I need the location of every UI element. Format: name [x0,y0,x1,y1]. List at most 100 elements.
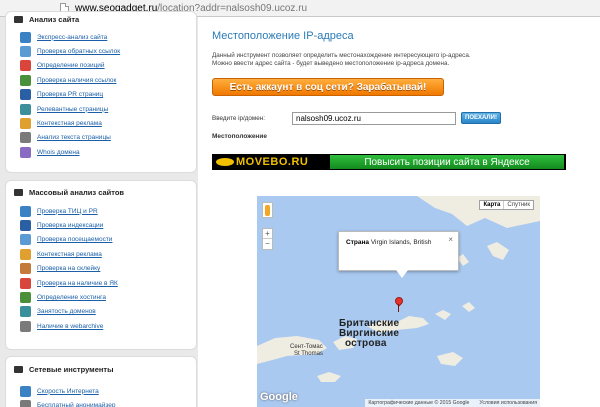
domains-icon [20,306,31,318]
archive-icon [20,320,31,332]
sidebar-item-link[interactable]: Проверка на склейку [37,265,100,272]
go-button[interactable]: ПОЕХАЛИ! [461,112,501,124]
sidebar-item-link[interactable]: Экспресс-анализ сайта [37,34,107,41]
sidebar-item[interactable]: Скорость Интернета [6,384,196,398]
sidebar-item[interactable]: Проверка PR страниц [6,88,196,102]
sidebar-item-link[interactable]: Определение хостинга [37,294,106,301]
zoom-in-button[interactable]: + [263,229,272,239]
place-label-line: St Thomas [294,351,323,357]
page-title: Местоположение IP-адреса [212,30,354,42]
sidebar-item[interactable]: Проверка обратных ссылок [6,44,196,58]
positions-icon [20,60,31,72]
glue-icon [20,263,31,275]
sidebar-item-link[interactable]: Проверка наличия ссылок [37,77,116,84]
pegman-icon[interactable] [262,202,273,218]
links-icon [20,46,31,58]
whois-icon [20,146,31,158]
map-region-label: Британские Виргинские острова [339,319,399,349]
sidebar-title-text: Анализ сайта [29,14,80,24]
sidebar-item-link[interactable]: Анализ текста страницы [37,134,111,141]
sidebar-item-link[interactable]: Проверка на наличие в ЯК [37,280,118,287]
sidebar-item[interactable]: Контекстная реклама [6,116,196,130]
banner-logo-text: MOVEBO.RU [236,156,309,168]
map-place-label: Сент-Томас St Thomas [290,344,323,358]
person-icon [265,204,270,216]
terms-link[interactable]: Условия использования [479,400,537,406]
sidebar-item[interactable]: Определение позиций [6,59,196,73]
description-line: Можно ввести адрес сайта - будет выведен… [212,60,450,67]
sidebar-item-link[interactable]: Whois домена [37,149,80,156]
region-label-line: острова [345,338,387,349]
google-logo[interactable]: Google [260,391,298,403]
sidebar-item[interactable]: Определение хостинга [6,290,196,304]
sidebar-item-link[interactable]: Занятость доменов [37,308,96,315]
zoom-out-button[interactable]: − [263,239,272,249]
sidebar-item-link[interactable]: Проверка обратных ссылок [37,48,120,55]
sidebar-item-link[interactable]: Бесплатный анонимайзер [37,402,115,407]
sidebar-item-link[interactable]: Наличие в webarchive [37,323,103,330]
traffic-icon [20,234,31,246]
sidebar-box-title: Массовый анализ сайтов [6,181,196,203]
info-value: Virgin Islands, British [370,239,432,246]
monitor-icon [14,365,23,373]
anonymizer-icon [20,400,31,407]
check-links-icon [20,74,31,86]
tic-pr-icon [20,205,31,217]
sidebar-title-text: Сетевые инструменты [29,364,114,374]
index-icon [20,220,31,232]
ip-label: Введите ip/домен: [212,115,265,122]
sidebar-item-link[interactable]: Проверка посещаемости [37,236,112,243]
sidebar-item[interactable]: Контекстная реклама [6,247,196,261]
sidebar-item[interactable]: Whois домена [6,145,196,159]
sidebar-item[interactable]: Экспресс-анализ сайта [6,30,196,44]
sidebar-item-link[interactable]: Определение позиций [37,62,105,69]
sidebar-item[interactable]: Проверка индексации [6,218,196,232]
sidebar-item[interactable]: Проверка на наличие в ЯК [6,276,196,290]
banner-logo: MOVEBO.RU [212,154,322,170]
hosting-icon [20,292,31,304]
globe-icon [20,31,31,43]
sidebar-item[interactable]: Наличие в webarchive [6,319,196,333]
sidebar-item-link[interactable]: Скорость Интернета [37,388,99,395]
fish-icon [216,158,234,166]
sidebar-title-text: Массовый анализ сайтов [29,187,125,197]
sidebar-item[interactable]: Анализ текста страницы [6,131,196,145]
sidebar-item[interactable]: Бесплатный анонимайзер [6,398,196,407]
sidebar: Анализ сайта Экспресс-анализ сайта Провер… [0,11,198,407]
pr-icon [20,89,31,101]
map-type-satellite-button[interactable]: Спутник [504,201,533,209]
map-pin-tail [398,304,399,312]
sidebar-item-link[interactable]: Контекстная реклама [37,120,102,127]
sidebar-item[interactable]: Проверка наличия ссылок [6,73,196,87]
sidebar-item[interactable]: Проверка ТИЦ и PR [6,204,196,218]
text-icon [20,132,31,144]
sidebar-item[interactable]: Проверка на склейку [6,262,196,276]
sidebar-box-title: Анализ сайта [6,12,196,26]
map-type-map-button[interactable]: Карта [480,201,505,209]
sidebar-item-link[interactable]: Проверка ТИЦ и PR [37,208,98,215]
ip-input[interactable]: nalsosh09.ucoz.ru [292,112,456,125]
info-window: × Страна Virgin Islands, British [338,231,459,278]
close-icon[interactable]: × [448,235,453,244]
sidebar-item[interactable]: Релевантные страницы [6,102,196,116]
info-key: Страна [346,239,370,246]
sidebar-item-link[interactable]: Контекстная реклама [37,251,102,258]
yandex-icon [20,277,31,289]
google-map[interactable]: + − Карта Спутник × Страна Virgin Island… [257,196,540,407]
sidebar-item-link[interactable]: Проверка PR страниц [37,91,103,98]
sidebar-box-title: Сетевые инструменты [6,357,196,381]
sidebar-item-link[interactable]: Проверка индексации [37,222,103,229]
sidebar-box-network-tools: Сетевые инструменты Скорость Интернета Бе… [5,356,197,407]
location-heading: Местоположение [212,133,267,140]
description-line: Данный инструмент позволяет определить м… [212,52,471,59]
main-content: Местоположение IP-адреса Данный инструме… [198,17,600,407]
sidebar-item[interactable]: Проверка посещаемости [6,233,196,247]
sidebar-item-link[interactable]: Релевантные страницы [37,106,108,113]
tool-description: Данный инструмент позволяет определить м… [212,52,512,68]
promo-banner[interactable]: Есть аккаунт в соц сети? Зарабатывай! [212,78,444,96]
sidebar-item[interactable]: Занятость доменов [6,305,196,319]
place-label-line: Сент-Томас [290,344,323,350]
relevant-icon [20,103,31,115]
ad-banner[interactable]: MOVEBO.RU Повысить позиции сайта в Яндек… [212,154,566,170]
speed-icon [20,385,31,397]
